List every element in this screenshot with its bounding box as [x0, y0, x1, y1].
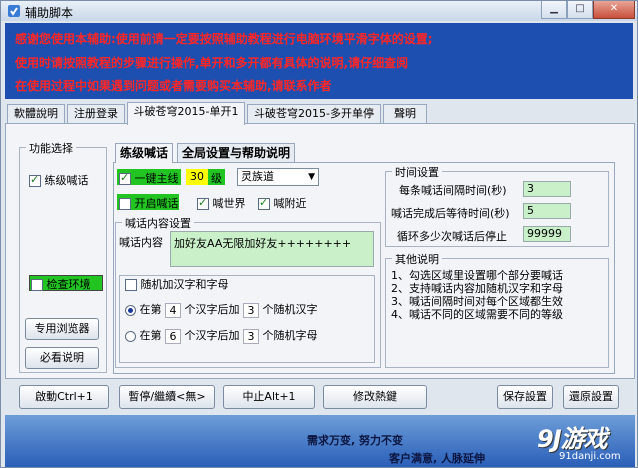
- title-bar: 辅助脚本 ▁ □ ✕: [1, 1, 637, 21]
- radio1-count-input[interactable]: 3: [243, 302, 259, 318]
- minimize-icon: ▁: [550, 3, 558, 14]
- shout-nearby-checkbox[interactable]: 喊附近: [258, 195, 307, 211]
- tab-statement[interactable]: 聲明: [383, 104, 427, 124]
- tab-practice-shout[interactable]: 练级喊话: [115, 143, 174, 163]
- main-tab-bar: 軟體說明 注册登录 斗破苍穹2015-单开1 斗破苍穹2015-多开单停 聲明: [5, 102, 635, 125]
- content-label: 喊话内容: [119, 236, 163, 249]
- radio1-post: 个随机汉字: [262, 303, 318, 316]
- note-line-4: 4、喊话不同的区域需要不同的等级: [391, 308, 563, 321]
- checkbox-icon: [119, 171, 131, 185]
- radio2-mid: 个汉字后加: [184, 329, 240, 342]
- watermark-logo: 9J游戏 91danji.com: [537, 419, 633, 467]
- radio2-pre: 在第: [139, 329, 162, 342]
- random-checkbox[interactable]: 随机加汉字和字母: [123, 276, 231, 292]
- interval-value: 3: [523, 181, 571, 197]
- level-unit: 级: [208, 169, 225, 185]
- maximize-icon: □: [575, 3, 585, 14]
- must-read-button[interactable]: 必看说明: [25, 347, 99, 369]
- browser-button[interactable]: 专用浏览器: [25, 318, 99, 340]
- window-title: 辅助脚本: [25, 6, 74, 20]
- shout-world-checkbox[interactable]: 喊世界: [197, 195, 246, 211]
- radio2-count-input[interactable]: 3: [243, 328, 259, 344]
- notice-line-1: 感谢您使用本辅助:使用前请一定要按照辅助教程进行电脑环境平滑字体的设置;: [15, 32, 433, 46]
- app-icon: [8, 5, 20, 17]
- main-line-label: 一键主线: [134, 172, 179, 185]
- stop-button[interactable]: 中止Alt+1: [223, 385, 315, 409]
- radio-icon: [125, 330, 136, 342]
- footer-slogan-1: 需求万变, 努力不变: [307, 434, 404, 447]
- tab-global-settings[interactable]: 全局设置与帮助说明: [177, 143, 296, 163]
- open-shout-checkbox[interactable]: 开启喊话: [117, 194, 179, 210]
- radio1-mid: 个汉字后加: [184, 303, 240, 316]
- tab-multi-open[interactable]: 斗破苍穹2015-多开单停: [247, 104, 381, 124]
- radio-icon: [125, 304, 136, 316]
- save-settings-button[interactable]: 保存設置: [497, 385, 553, 409]
- wait-label: 喊话完成后等待时间(秒): [391, 207, 510, 220]
- radio-random-chinese[interactable]: 在第 4 个汉字后加 3 个随机汉字: [125, 301, 318, 318]
- wait-value: 5: [523, 203, 571, 219]
- checkbox-icon: [197, 196, 209, 210]
- minimize-button[interactable]: ▁: [541, 1, 567, 19]
- pause-button[interactable]: 暫停/繼續<無>: [119, 385, 215, 409]
- loops-value: 99999: [523, 226, 571, 242]
- radio1-position-input[interactable]: 4: [165, 302, 181, 318]
- interval-input[interactable]: 3: [523, 181, 571, 197]
- tab-single-open[interactable]: 斗破苍穹2015-单开1: [127, 102, 245, 125]
- path-select[interactable]: 灵族道 ▼: [237, 168, 319, 186]
- checkbox-icon: [31, 279, 43, 291]
- function-select-label: 功能选择: [26, 140, 76, 156]
- hotkey-button[interactable]: 修改熱鍵: [323, 385, 427, 409]
- start-button[interactable]: 啟動Ctrl+1: [19, 385, 109, 409]
- radio1-pre: 在第: [139, 303, 162, 316]
- close-button[interactable]: ✕: [593, 1, 635, 19]
- radio2-position-input[interactable]: 6: [165, 328, 181, 344]
- main-line-checkbox[interactable]: 一键主线: [117, 169, 181, 185]
- checkbox-icon: [125, 279, 137, 291]
- content-settings-label: 喊话内容设置: [122, 215, 194, 231]
- radio-random-letter[interactable]: 在第 6 个汉字后加 3 个随机字母: [125, 327, 318, 344]
- notice-line-3: 在使用过程中如果遇到问题或者需要购买本辅助,请联系作者: [15, 79, 332, 93]
- loops-input[interactable]: 99999: [523, 226, 571, 242]
- practice-shout-checkbox[interactable]: 练级喊话: [29, 172, 89, 188]
- open-shout-label: 开启喊话: [134, 197, 179, 210]
- check-env-label: 检查环境: [46, 278, 91, 291]
- notice-banner: 感谢您使用本辅助:使用前请一定要按照辅助教程进行电脑环境平滑字体的设置; 使用时…: [5, 23, 633, 99]
- checkbox-icon: [29, 173, 41, 187]
- tab-register-login[interactable]: 注册登录: [67, 104, 125, 124]
- path-select-value: 灵族道: [241, 170, 274, 183]
- checkbox-icon: [119, 198, 131, 210]
- random-label: 随机加汉字和字母: [140, 278, 229, 291]
- wait-input[interactable]: 5: [523, 203, 571, 219]
- app-window: 辅助脚本 ▁ □ ✕ 感谢您使用本辅助:使用前请一定要按照辅助教程进行电脑环境平…: [0, 0, 638, 468]
- notice-line-2: 使用时请按照教程的步骤进行操作,单开和多开都有具体的说明,请仔细查阅: [15, 56, 409, 70]
- shout-nearby-label: 喊附近: [273, 197, 307, 210]
- maximize-button[interactable]: □: [567, 1, 593, 19]
- check-env-checkbox[interactable]: 检查环境: [29, 275, 103, 291]
- watermark-url: 91danji.com: [559, 451, 621, 462]
- loops-label: 循环多少次喊话后停止: [397, 230, 507, 243]
- content-input[interactable]: 加好友AA无限加好友++++++++: [170, 231, 374, 267]
- watermark-title: 9J游戏: [537, 425, 608, 453]
- footer-slogan-2: 客户满意, 人脉延伸: [389, 452, 486, 465]
- restore-settings-button[interactable]: 還原設置: [563, 385, 619, 409]
- other-notes-label: 其他说明: [392, 251, 442, 267]
- level-input[interactable]: 30: [186, 169, 208, 185]
- time-settings-label: 时间设置: [392, 164, 442, 180]
- checkbox-icon: [258, 196, 270, 210]
- practice-shout-label: 练级喊话: [44, 174, 89, 187]
- interval-label: 每条喊话间隔时间(秒): [399, 184, 507, 197]
- shout-world-label: 喊世界: [212, 197, 246, 210]
- close-icon: ✕: [609, 3, 619, 14]
- radio2-post: 个随机字母: [262, 329, 318, 342]
- tab-software-info[interactable]: 軟體說明: [7, 104, 65, 124]
- chevron-down-icon: ▼: [308, 172, 315, 182]
